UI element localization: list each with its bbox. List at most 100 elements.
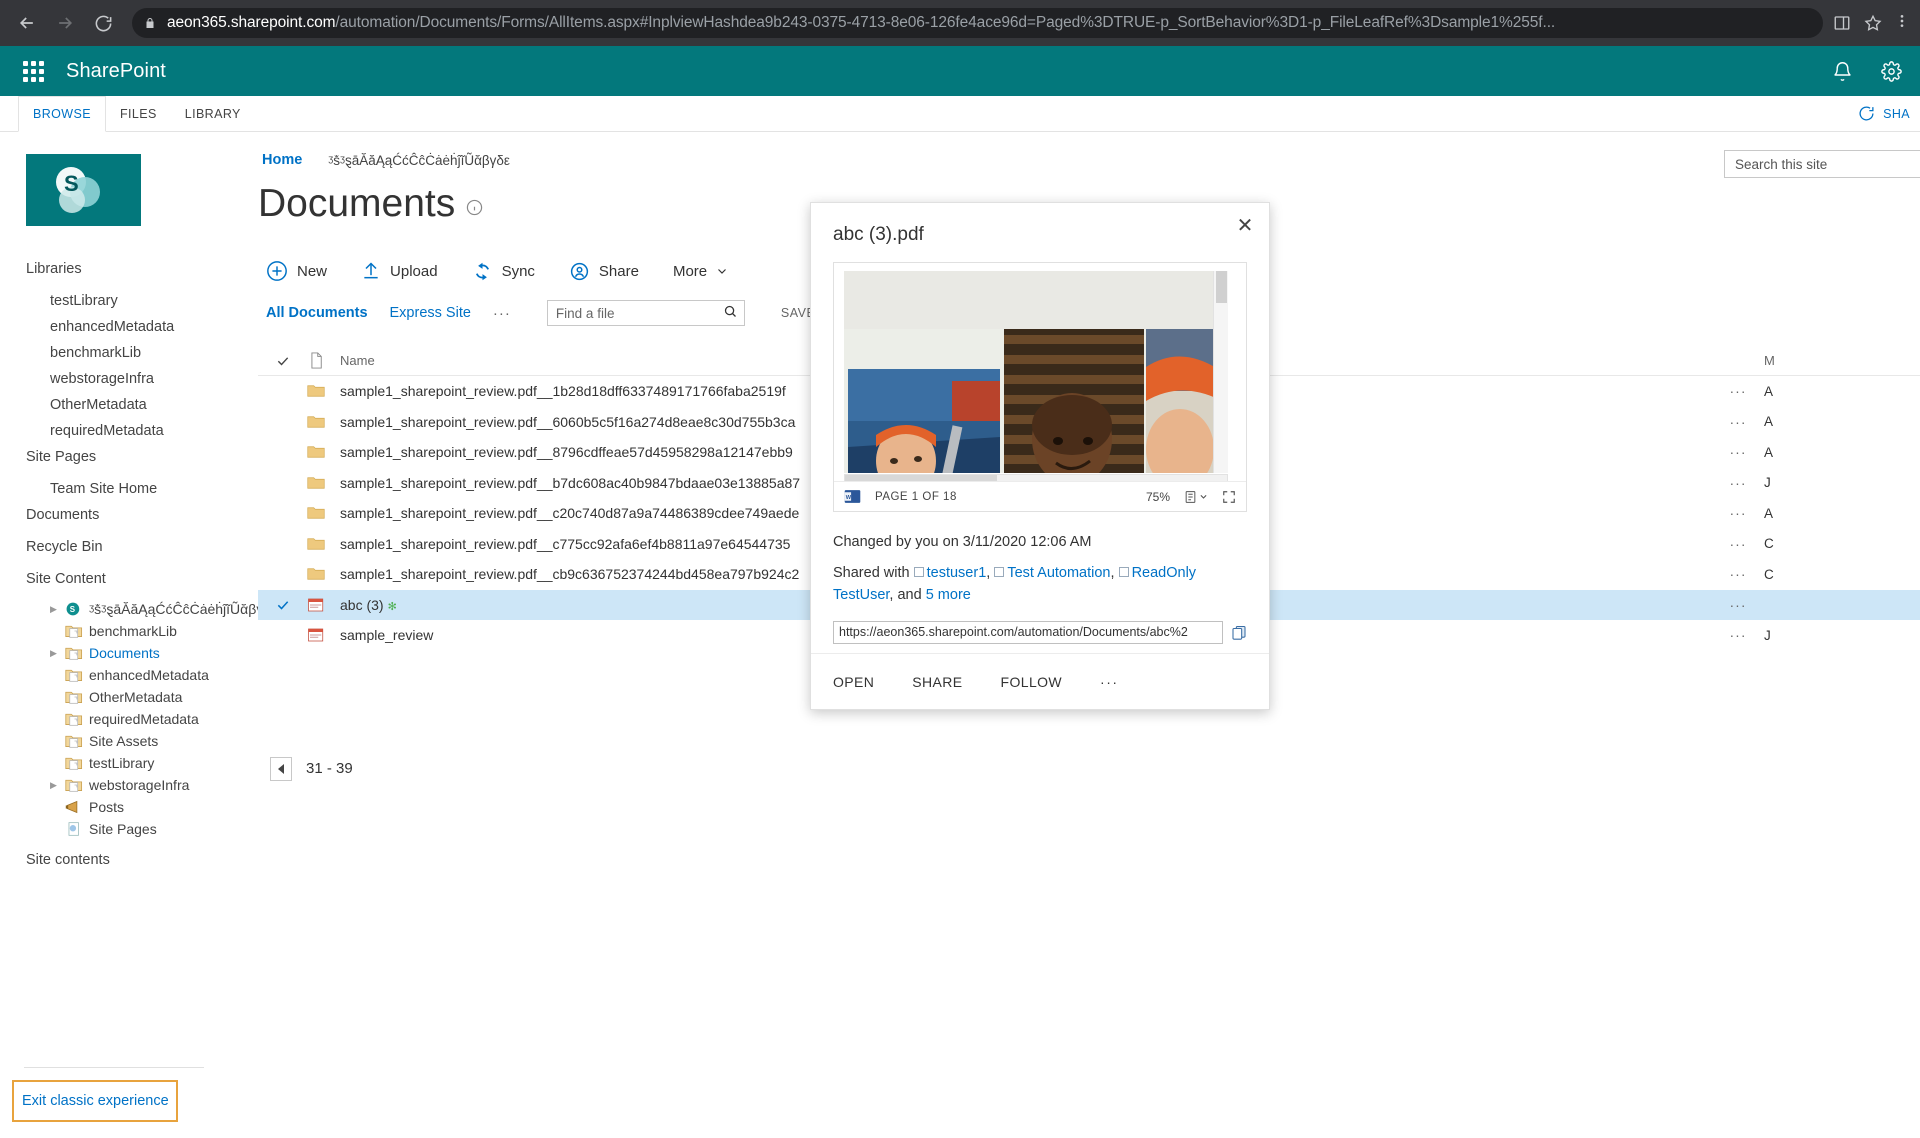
sidebar-item-testlibrary[interactable]: testLibrary bbox=[26, 288, 258, 314]
new-button[interactable]: New bbox=[266, 260, 327, 282]
row-actions-ellipsis[interactable]: ··· bbox=[1716, 597, 1760, 613]
file-name[interactable]: sample1_sharepoint_review.pdf__8796cdffe… bbox=[340, 444, 793, 460]
sidebar-item-webstorageinfra[interactable]: webstorageInfra bbox=[26, 366, 258, 392]
row-actions-ellipsis[interactable]: ··· bbox=[1716, 566, 1760, 582]
sidebar-item-enhancedmetadata[interactable]: enhancedMetadata bbox=[26, 314, 258, 340]
settings-gear-icon[interactable] bbox=[1881, 60, 1902, 82]
row-checkbox[interactable] bbox=[266, 598, 300, 612]
tree-item-requiredmetadata[interactable]: ▶requiredMetadata bbox=[26, 708, 258, 730]
expand-twisty-icon[interactable]: ▶ bbox=[50, 648, 60, 658]
prev-page-arrow-icon[interactable] bbox=[270, 756, 292, 781]
shared-more-link[interactable]: 5 more bbox=[926, 587, 971, 603]
row-actions-ellipsis[interactable]: ··· bbox=[1716, 505, 1760, 521]
browser-menu-icon[interactable] bbox=[1894, 13, 1910, 34]
back-button[interactable] bbox=[10, 6, 44, 40]
reload-button[interactable] bbox=[86, 6, 120, 40]
search-site-input[interactable] bbox=[1733, 155, 1915, 173]
copy-link-icon[interactable] bbox=[1231, 624, 1247, 641]
tab-files[interactable]: FILES bbox=[106, 96, 171, 131]
split-screen-icon[interactable] bbox=[1833, 14, 1851, 32]
tree-item-testlibrary[interactable]: ▶testLibrary bbox=[26, 752, 258, 774]
expand-twisty-icon[interactable]: ▶ bbox=[50, 780, 60, 790]
sidebar-item-othermetadata[interactable]: OtherMetadata bbox=[26, 392, 258, 418]
breadcrumb-home[interactable]: Home bbox=[262, 152, 302, 168]
page-layout-icon[interactable] bbox=[1184, 490, 1208, 504]
row-actions-ellipsis[interactable]: ··· bbox=[1716, 536, 1760, 552]
tree-item-posts[interactable]: ▶Posts bbox=[26, 796, 258, 818]
more-button[interactable]: More bbox=[673, 263, 728, 280]
sidebar-item-benchmarklib[interactable]: benchmarkLib bbox=[26, 340, 258, 366]
file-name[interactable]: sample1_sharepoint_review.pdf__1b28d18df… bbox=[340, 383, 786, 399]
tree-item-webstorageinfra[interactable]: ▶ webstorageInfra bbox=[26, 774, 258, 796]
exit-classic-experience-button[interactable]: Exit classic experience bbox=[12, 1080, 178, 1122]
callout-more-ellipsis[interactable]: ··· bbox=[1100, 674, 1119, 690]
tree-item-[interactable]: ▶ SᶾṧᶾȿāĂăĄąĆćĈĉĊȧėḣĵĩŨᾰβγδε bbox=[26, 598, 277, 620]
row-actions-ellipsis[interactable]: ··· bbox=[1716, 475, 1760, 491]
tab-library[interactable]: LIBRARY bbox=[171, 96, 255, 131]
view-more-ellipsis[interactable]: ··· bbox=[493, 305, 511, 322]
nav-heading-site-pages[interactable]: Site Pages bbox=[26, 444, 258, 470]
url-host: aeon365.sharepoint.com bbox=[167, 14, 336, 31]
view-tab-all-documents[interactable]: All Documents bbox=[266, 305, 368, 321]
file-name[interactable]: abc (3) bbox=[340, 597, 384, 613]
breadcrumb-current: ᶾṧᶾȿāĂăĄąĆćĈĉĊȧėḣĵĩŨᾰβγδε bbox=[328, 152, 510, 168]
tree-item-benchmarklib[interactable]: ▶benchmarkLib bbox=[26, 620, 258, 642]
notifications-bell-icon[interactable] bbox=[1832, 61, 1853, 82]
row-actions-ellipsis[interactable]: ··· bbox=[1716, 383, 1760, 399]
file-name[interactable]: sample1_sharepoint_review.pdf__cb9c63675… bbox=[340, 566, 799, 582]
sidebar-item-requiredmetadata[interactable]: requiredMetadata bbox=[26, 418, 258, 444]
share-button[interactable]: Share bbox=[569, 261, 639, 282]
search-magnifier-icon[interactable] bbox=[723, 304, 738, 322]
fullscreen-icon[interactable] bbox=[1222, 490, 1236, 504]
open-button[interactable]: OPEN bbox=[833, 674, 874, 690]
tree-item-site-pages[interactable]: ▶Site Pages bbox=[26, 818, 258, 840]
sidebar-item-recycle-bin[interactable]: Recycle Bin bbox=[26, 534, 258, 560]
sidebar-item-site-contents[interactable]: Site contents bbox=[26, 840, 258, 868]
row-actions-ellipsis[interactable]: ··· bbox=[1716, 627, 1760, 643]
forward-button[interactable] bbox=[48, 6, 82, 40]
preview-scroll-thumb[interactable] bbox=[1216, 271, 1227, 303]
tree-item-enhancedmetadata[interactable]: ▶enhancedMetadata bbox=[26, 664, 258, 686]
share-button-callout[interactable]: SHARE bbox=[912, 674, 962, 690]
select-all-checkmark[interactable] bbox=[266, 354, 300, 368]
expand-twisty-icon[interactable]: ▶ bbox=[50, 604, 60, 614]
sidebar-item-team-site-home[interactable]: Team Site Home bbox=[26, 476, 258, 502]
preview-vertical-scrollbar[interactable] bbox=[1213, 271, 1228, 473]
find-a-file-box[interactable] bbox=[546, 300, 745, 326]
tree-item-documents[interactable]: ▶ Documents bbox=[26, 642, 258, 664]
address-bar[interactable]: aeon365.sharepoint.com/automation/Docume… bbox=[132, 8, 1823, 38]
person-presence-icon bbox=[913, 567, 924, 577]
upload-button[interactable]: Upload bbox=[361, 261, 438, 281]
view-tab-express-site[interactable]: Express Site bbox=[390, 305, 471, 321]
close-icon[interactable]: ✕ bbox=[1234, 215, 1256, 237]
app-launcher-icon[interactable] bbox=[14, 52, 52, 90]
nav-heading-site-content[interactable]: Site Content bbox=[26, 566, 258, 592]
bookmark-star-icon[interactable] bbox=[1864, 14, 1882, 32]
search-input[interactable] bbox=[553, 304, 723, 322]
row-actions-ellipsis[interactable]: ··· bbox=[1716, 414, 1760, 430]
suite-title[interactable]: SharePoint bbox=[66, 60, 166, 83]
file-name[interactable]: sample1_sharepoint_review.pdf__c775cc92a… bbox=[340, 536, 790, 552]
tree-item-othermetadata[interactable]: ▶OtherMetadata bbox=[26, 686, 258, 708]
document-url-input[interactable] bbox=[833, 620, 1223, 644]
tree-item-site-assets[interactable]: ▶Site Assets bbox=[26, 730, 258, 752]
search-this-site-box[interactable] bbox=[1724, 150, 1920, 178]
document-preview[interactable]: W PAGE 1 OF 18 75% bbox=[833, 262, 1247, 512]
row-actions-ellipsis[interactable]: ··· bbox=[1716, 444, 1760, 460]
tree-item-label: benchmarkLib bbox=[89, 623, 177, 639]
file-name[interactable]: sample1_sharepoint_review.pdf__6060b5c5f… bbox=[340, 414, 795, 430]
tab-browse[interactable]: BROWSE bbox=[18, 96, 106, 132]
shared-person-1[interactable]: testuser1 bbox=[927, 565, 987, 581]
file-name[interactable]: sample1_sharepoint_review.pdf__c20c740d8… bbox=[340, 505, 799, 521]
share-label[interactable]: SHA bbox=[1883, 107, 1910, 121]
folder-icon bbox=[300, 506, 332, 520]
sidebar-item-documents[interactable]: Documents bbox=[26, 502, 258, 528]
column-header-modified[interactable]: M bbox=[1760, 353, 1920, 368]
info-circle-icon[interactable] bbox=[466, 199, 483, 216]
shared-person-2[interactable]: Test Automation bbox=[1007, 565, 1110, 581]
file-name[interactable]: sample1_sharepoint_review.pdf__b7dc608ac… bbox=[340, 475, 800, 491]
file-name[interactable]: sample_review bbox=[340, 627, 433, 643]
new-plus-icon bbox=[266, 260, 288, 282]
follow-button[interactable]: FOLLOW bbox=[1001, 674, 1063, 690]
sync-button[interactable]: Sync bbox=[472, 261, 535, 282]
